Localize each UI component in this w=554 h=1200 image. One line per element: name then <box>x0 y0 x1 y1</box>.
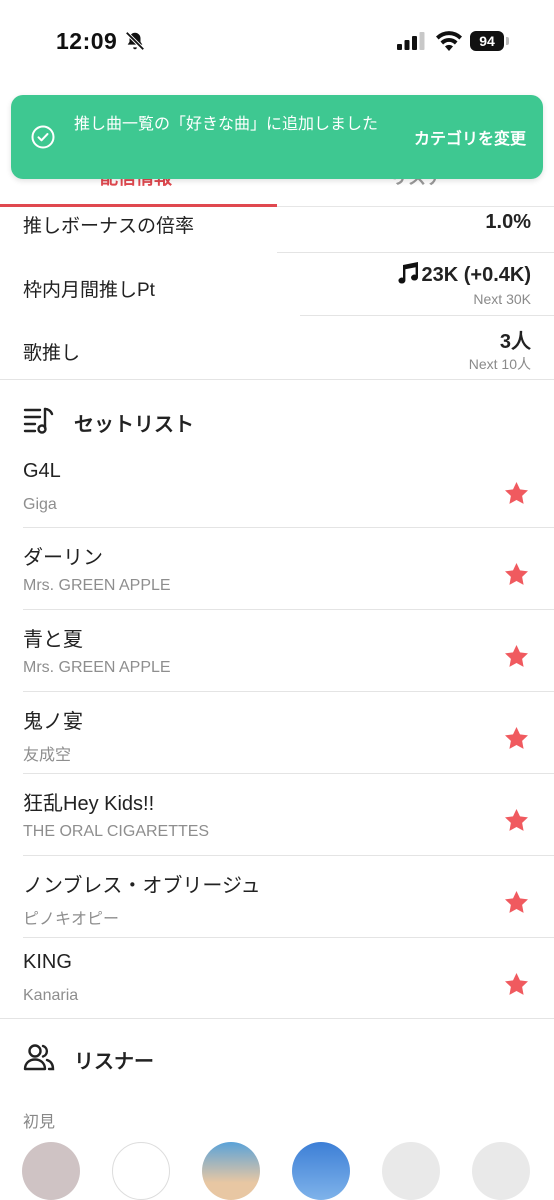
song-item[interactable]: 鬼ノ宴 友成空 <box>0 705 554 787</box>
stat-row-song-oshi: 歌推し 3人 Next 10人 <box>0 316 554 379</box>
listeners-title: リスナー <box>74 1051 154 1073</box>
song-artist: ピノキオピー <box>23 911 120 928</box>
song-title: KING <box>23 951 72 973</box>
song-title: 鬼ノ宴 <box>23 711 83 733</box>
song-artist: Giga <box>23 496 57 513</box>
battery-indicator: 94 <box>470 31 504 51</box>
divider <box>23 937 554 938</box>
avatar[interactable] <box>382 1142 440 1200</box>
users-icon <box>23 1044 55 1071</box>
music-list-icon <box>23 407 54 434</box>
status-time: 12:09 <box>56 28 118 54</box>
toast-notification: 推し曲一覧の「好きな曲」に追加しました カテゴリを変更 <box>11 95 543 179</box>
song-item[interactable]: 青と夏 Mrs. GREEN APPLE <box>0 623 554 705</box>
section-divider <box>0 1018 554 1019</box>
divider <box>23 691 554 692</box>
music-note-icon <box>397 262 418 284</box>
song-title: G4L <box>23 460 61 482</box>
star-icon[interactable] <box>503 971 530 998</box>
stat-label: 枠内月間推しPt <box>23 280 155 301</box>
song-item[interactable]: KING Kanaria <box>0 951 554 1033</box>
stat-sub: Next 30K <box>473 291 531 307</box>
wifi-icon <box>436 31 462 51</box>
star-icon[interactable] <box>503 725 530 752</box>
stat-value: 23K (+0.4K) <box>421 264 532 286</box>
divider <box>23 773 554 774</box>
song-item[interactable]: ダーリン Mrs. GREEN APPLE <box>0 541 554 623</box>
battery-tip <box>506 37 509 45</box>
stat-label: 推しボーナスの倍率 <box>23 216 195 237</box>
star-icon[interactable] <box>503 889 530 916</box>
song-artist: Mrs. GREEN APPLE <box>23 659 171 676</box>
divider <box>23 609 554 610</box>
stat-row-bonus-rate: 推しボーナスの倍率 1.0% <box>0 207 554 253</box>
stat-row-monthly-points: 枠内月間推しPt 23K (+0.4K) Next 30K <box>0 253 554 316</box>
avatar[interactable] <box>472 1142 530 1200</box>
avatar[interactable] <box>112 1142 170 1200</box>
song-artist: Mrs. GREEN APPLE <box>23 577 171 594</box>
star-icon[interactable] <box>503 561 530 588</box>
section-divider <box>0 379 554 380</box>
stat-sub: Next 10人 <box>468 356 531 372</box>
star-icon[interactable] <box>503 480 530 507</box>
change-category-button[interactable]: カテゴリを変更 <box>414 125 526 149</box>
stat-value: 3人 <box>499 331 531 353</box>
setlist-title: セットリスト <box>74 414 194 436</box>
listeners-header: リスナー <box>0 1037 554 1077</box>
stat-value: 1.0% <box>485 211 531 233</box>
song-title: ダーリン <box>23 547 103 569</box>
status-bar: 12:09 94 <box>0 0 554 84</box>
song-title: 狂乱Hey Kids!! <box>23 793 155 815</box>
avatar[interactable] <box>292 1142 350 1200</box>
stat-value-wrap: 23K (+0.4K) <box>396 262 532 287</box>
toast-message: 推し曲一覧の「好きな曲」に追加しました <box>74 116 379 133</box>
song-artist: 友成空 <box>23 747 72 764</box>
song-title: 青と夏 <box>23 629 83 651</box>
song-artist: Kanaria <box>23 987 79 1004</box>
cellular-signal-icon <box>397 32 425 50</box>
stat-label: 歌推し <box>23 343 81 364</box>
first-time-label: 初見 <box>23 1114 56 1131</box>
song-item[interactable]: G4L Giga <box>0 460 554 542</box>
song-item[interactable]: 狂乱Hey Kids!! THE ORAL CIGARETTES <box>0 787 554 869</box>
divider <box>23 855 554 856</box>
song-item[interactable]: ノンブレス・オブリージュ ピノキオピー <box>0 869 554 951</box>
setlist-header: セットリスト <box>0 400 554 440</box>
avatar[interactable] <box>22 1142 80 1200</box>
star-icon[interactable] <box>503 807 530 834</box>
song-artist: THE ORAL CIGARETTES <box>23 823 210 840</box>
avatar[interactable] <box>202 1142 260 1200</box>
bell-muted-icon <box>125 31 145 51</box>
divider <box>23 527 554 528</box>
song-title: ノンブレス・オブリージュ <box>23 875 261 897</box>
check-circle-icon <box>31 125 55 149</box>
star-icon[interactable] <box>503 643 530 670</box>
